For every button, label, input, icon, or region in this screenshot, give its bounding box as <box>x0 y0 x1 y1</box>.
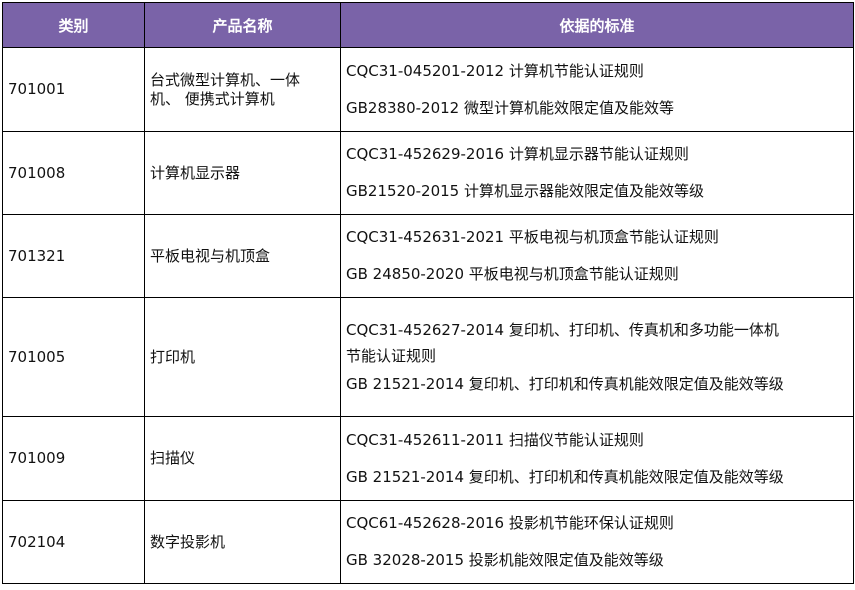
standard-cell: CQC31-045201-2012 计算机节能认证规则 GB28380-2012… <box>340 47 854 132</box>
table-row: 701008 计算机显示器 CQC31-452629-2016 计算机显示器节能… <box>2 131 854 215</box>
product-cell: 扫描仪 <box>144 416 341 501</box>
product-name-line: 机、 便携式计算机 <box>150 89 275 108</box>
category-cell: 701001 <box>2 47 145 132</box>
standard-line: GB 32028-2015 投影机能效限定值及能效等级 <box>346 551 664 569</box>
header-product-name: 产品名称 <box>144 2 341 48</box>
standard-line: CQC31-045201-2012 计算机节能认证规则 <box>346 61 644 80</box>
table-row: 701001 台式微型计算机、一体 机、 便携式计算机 CQC31-045201… <box>2 47 854 132</box>
standard-cell: CQC31-452629-2016 计算机显示器节能认证规则 GB21520-2… <box>340 131 854 215</box>
product-cell: 台式微型计算机、一体 机、 便携式计算机 <box>144 47 341 132</box>
product-cell: 数字投影机 <box>144 500 341 584</box>
product-name-line: 台式微型计算机、一体 <box>150 70 301 89</box>
product-cell: 计算机显示器 <box>144 131 341 215</box>
product-cell: 打印机 <box>144 297 341 417</box>
header-row: 类别 产品名称 依据的标准 <box>2 2 854 48</box>
standard-line: GB 21521-2014 复印机、打印机和传真机能效限定值及能效等级 <box>346 467 784 486</box>
standard-line: GB 24850-2020 平板电视与机顶盒节能认证规则 <box>346 265 679 283</box>
category-cell: 702104 <box>2 500 145 584</box>
standard-cell: CQC31-452611-2011 扫描仪节能认证规则 GB 21521-201… <box>340 416 854 501</box>
standard-line: CQC31-452631-2021 平板电视与机顶盒节能认证规则 <box>346 228 719 246</box>
standard-line: CQC31-452611-2011 扫描仪节能认证规则 <box>346 430 644 449</box>
standard-cell: CQC31-452631-2021 平板电视与机顶盒节能认证规则 GB 2485… <box>340 214 854 298</box>
table-row: 701321 平板电视与机顶盒 CQC31-452631-2021 平板电视与机… <box>2 214 854 298</box>
product-cell: 平板电视与机顶盒 <box>144 214 341 298</box>
standard-line: GB28380-2012 微型计算机能效限定值及能效等 <box>346 98 674 117</box>
standards-table: 类别 产品名称 依据的标准 701001 台式微型计算机、一体 机、 便携式计算… <box>2 2 854 584</box>
header-category: 类别 <box>2 2 145 48</box>
category-cell: 701008 <box>2 131 145 215</box>
category-cell: 701321 <box>2 214 145 298</box>
standard-cell: CQC31-452627-2014 复印机、打印机、传真机和多功能一体机 节能认… <box>340 297 854 417</box>
standard-line: 节能认证规则 <box>346 346 437 365</box>
table-row: 702104 数字投影机 CQC61-452628-2016 投影机节能环保认证… <box>2 500 854 584</box>
category-cell: 701009 <box>2 416 145 501</box>
standard-cell: CQC61-452628-2016 投影机节能环保认证规则 GB 32028-2… <box>340 500 854 584</box>
header-standard-basis: 依据的标准 <box>340 2 854 48</box>
standard-line: CQC61-452628-2016 投影机节能环保认证规则 <box>346 514 674 532</box>
standard-line: CQC31-452627-2014 复印机、打印机、传真机和多功能一体机 <box>346 320 779 339</box>
standard-line: CQC31-452629-2016 计算机显示器节能认证规则 <box>346 145 689 163</box>
standard-line: GB 21521-2014 复印机、打印机和传真机能效限定值及能效等级 <box>346 374 784 393</box>
category-cell: 701005 <box>2 297 145 417</box>
standard-line: GB21520-2015 计算机显示器能效限定值及能效等级 <box>346 182 704 200</box>
table-row: 701009 扫描仪 CQC31-452611-2011 扫描仪节能认证规则 G… <box>2 416 854 501</box>
table-row: 701005 打印机 CQC31-452627-2014 复印机、打印机、传真机… <box>2 297 854 417</box>
